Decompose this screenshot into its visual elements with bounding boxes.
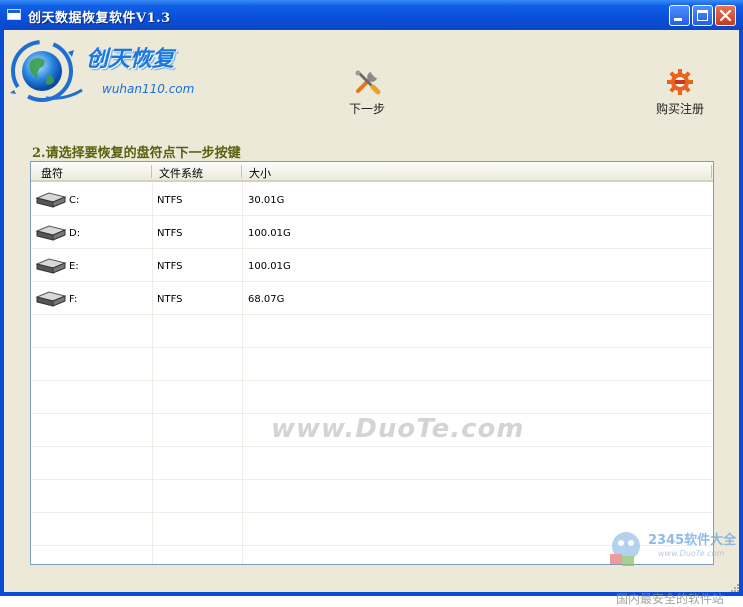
file-system: NTFS — [157, 228, 183, 239]
globe-logo-icon — [10, 40, 83, 102]
empty-row — [31, 480, 713, 513]
wrench-screwdriver-icon — [355, 70, 381, 95]
gear-icon — [667, 69, 693, 95]
maximize-icon — [697, 10, 708, 21]
hard-drive-icon — [35, 258, 67, 277]
app-window-icon[interactable] — [7, 9, 21, 20]
close-icon — [719, 9, 732, 22]
next-step-label: 下一步 — [348, 102, 385, 116]
title-bar[interactable]: 创天数据恢复软件V1.3 — [0, 0, 743, 30]
drive-size: 100.01G — [248, 261, 291, 272]
app-window: 创天数据恢复软件V1.3 创天恢复 wuhan110.com 下一步 购买注册 … — [0, 0, 743, 606]
file-system: NTFS — [157, 294, 183, 305]
purchase-register-label: 购买注册 — [655, 102, 704, 116]
watermark-text: www.DuoTe.com — [271, 414, 525, 444]
hard-drive-icon — [35, 225, 67, 244]
close-button[interactable] — [715, 5, 736, 26]
drive-letter: C: — [69, 195, 80, 206]
brand-logo: 创天恢复 wuhan110.com — [6, 36, 206, 106]
badge-line2: www.DuoTe.com — [658, 549, 724, 558]
drive-letter: D: — [69, 228, 81, 239]
hard-drive-icon — [35, 291, 67, 310]
file-system: NTFS — [157, 261, 183, 272]
drive-letter: F: — [69, 294, 78, 305]
column-separator[interactable] — [151, 165, 152, 178]
column-separator[interactable] — [241, 165, 242, 178]
list-header: 盘符 文件系统 大小 — [31, 162, 713, 182]
minimize-icon — [674, 18, 682, 21]
table-row[interactable]: C: NTFS 30.01G — [31, 183, 713, 216]
column-separator[interactable] — [711, 165, 712, 178]
empty-row — [31, 447, 713, 480]
badge-caption: 国内最安全的软件站 — [616, 592, 725, 606]
table-row[interactable]: E: NTFS 100.01G — [31, 249, 713, 282]
window-title: 创天数据恢复软件V1.3 — [28, 11, 171, 26]
drive-size: 100.01G — [248, 228, 291, 239]
maximize-button[interactable] — [692, 5, 713, 26]
client-area: 创天恢复 wuhan110.com 下一步 购买注册 2.请选择要恢复的盘符点下… — [4, 30, 739, 606]
drive-letter: E: — [69, 261, 79, 272]
next-step-button[interactable]: 下一步 — [344, 68, 390, 117]
logo-url: wuhan110.com — [102, 82, 195, 96]
empty-row — [31, 348, 713, 381]
empty-row — [31, 381, 713, 414]
column-header-filesystem[interactable]: 文件系统 — [159, 165, 203, 181]
column-header-drive[interactable]: 盘符 — [41, 165, 63, 181]
minimize-button[interactable] — [669, 5, 690, 26]
badge-line1: 2345软件大全 — [648, 532, 737, 548]
hard-drive-icon — [35, 192, 67, 211]
table-row[interactable]: D: NTFS 100.01G — [31, 216, 713, 249]
logo-title: 创天恢复 — [86, 47, 175, 72]
drive-list[interactable]: 盘符 文件系统 大小 C: NTFS 30.01G D: NTFS 100.01G E: NT… — [30, 161, 714, 565]
empty-row — [31, 315, 713, 348]
table-row[interactable]: F: NTFS 68.07G — [31, 282, 713, 315]
purchase-register-button[interactable]: 购买注册 — [652, 68, 708, 117]
corner-badge: 2345软件大全 www.DuoTe.com — [604, 520, 739, 592]
instruction-text: 2.请选择要恢复的盘符点下一步按键 — [32, 146, 241, 161]
drive-size: 30.01G — [248, 195, 285, 206]
drive-size: 68.07G — [248, 294, 285, 305]
column-header-size[interactable]: 大小 — [249, 165, 271, 181]
file-system: NTFS — [157, 195, 183, 206]
mascot-logo-icon: 2345软件大全 www.DuoTe.com — [610, 532, 737, 566]
resize-grip-icon[interactable] — [729, 582, 739, 592]
